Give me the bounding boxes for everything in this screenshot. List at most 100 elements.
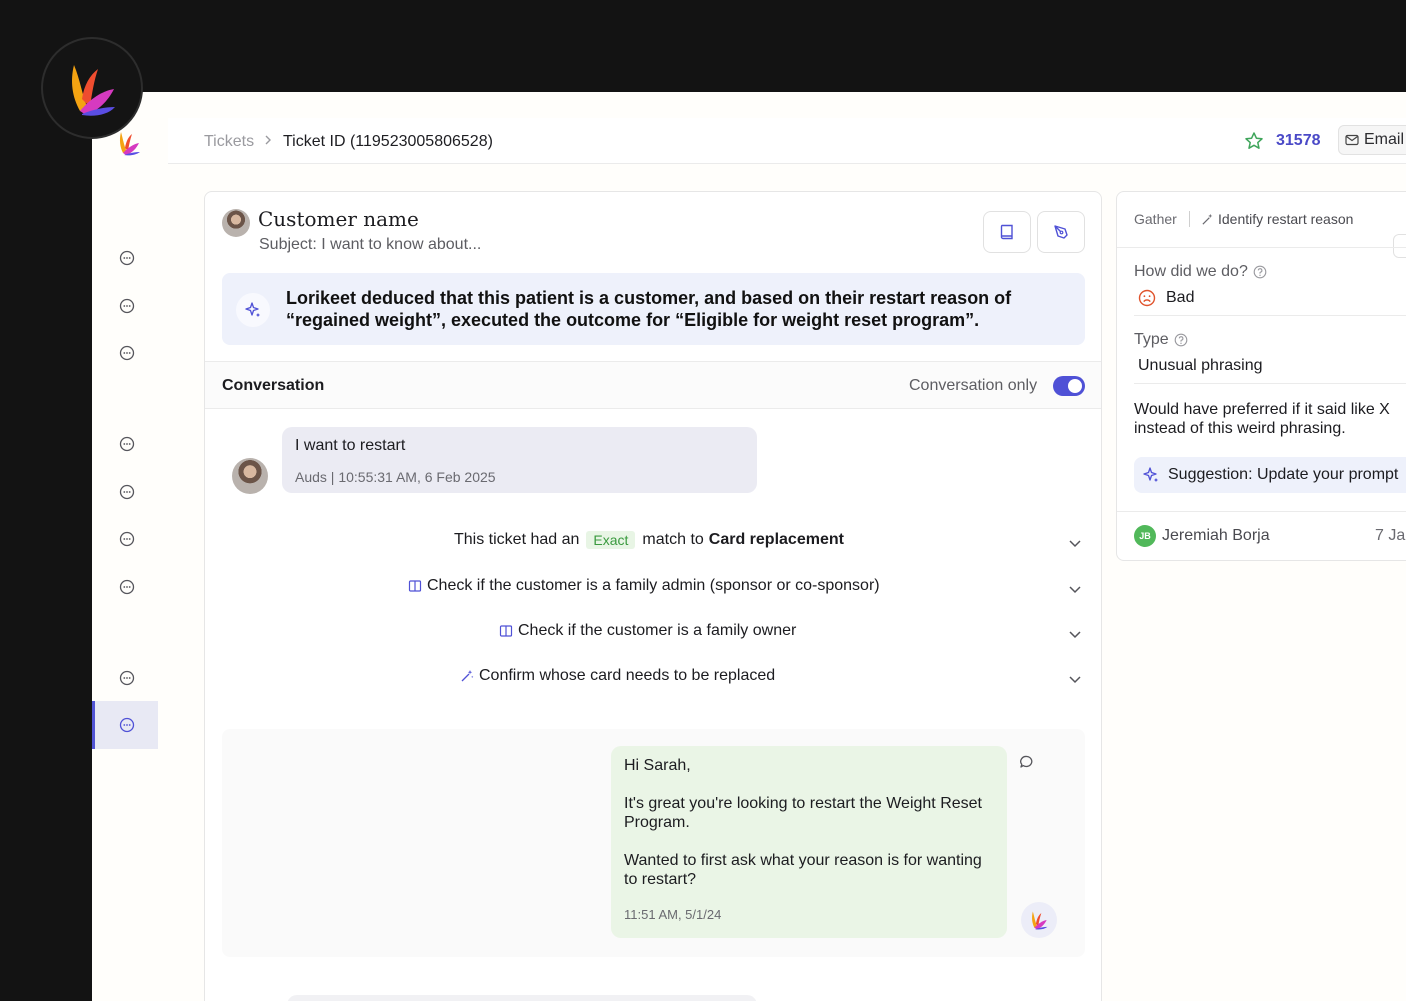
type-label: Type bbox=[1134, 331, 1188, 349]
review-step: Identify restart reason bbox=[1201, 211, 1353, 227]
incoming-message-text: I want to restart bbox=[295, 437, 406, 454]
chevron-down-icon[interactable] bbox=[1067, 671, 1083, 687]
rating-label: How did we do? bbox=[1134, 263, 1267, 281]
sidebar-item-2[interactable] bbox=[118, 297, 136, 315]
ticket-subject: Subject: I want to know about... bbox=[259, 236, 482, 253]
outgoing-paragraph-1: It's great you're looking to restart the… bbox=[624, 795, 982, 831]
divider bbox=[1134, 383, 1406, 384]
knowledge-book-button[interactable] bbox=[983, 211, 1031, 253]
outgoing-message-body: Hi Sarah, It's great you're looking to r… bbox=[624, 756, 984, 908]
chevron-down-icon[interactable] bbox=[1067, 581, 1083, 597]
chat-icon bbox=[119, 436, 135, 452]
step-row-2[interactable]: Check if the customer is a family owner bbox=[205, 622, 1101, 646]
chat-icon bbox=[119, 531, 135, 547]
sidebar-item-8[interactable] bbox=[118, 669, 136, 687]
step-content: Confirm whose card needs to be replaced bbox=[460, 667, 775, 685]
lorikeet-logo-icon bbox=[1032, 911, 1048, 930]
sidebar-item-3[interactable] bbox=[118, 344, 136, 362]
book-icon bbox=[1000, 224, 1013, 240]
breadcrumb-current-ticket: Ticket ID (119523005806528) bbox=[283, 133, 493, 150]
breadcrumb-separator bbox=[264, 133, 272, 149]
reply-area: Hi Sarah, It's great you're looking to r… bbox=[222, 729, 1085, 957]
sidebar-item-1[interactable] bbox=[118, 249, 136, 267]
sparkles-icon bbox=[236, 293, 270, 327]
conversation-only-label: Conversation only bbox=[909, 377, 1038, 394]
outgoing-message: Hi Sarah, It's great you're looking to r… bbox=[611, 746, 1007, 938]
divider bbox=[1189, 211, 1190, 227]
toggle-knob bbox=[1068, 379, 1082, 393]
sender-avatar bbox=[232, 458, 268, 494]
conversation-only-toggle[interactable] bbox=[1053, 376, 1085, 396]
rating-value: Bad bbox=[1166, 289, 1195, 306]
match-row[interactable]: This ticket had an Exact match to Card r… bbox=[205, 531, 1101, 555]
outgoing-greeting: Hi Sarah, bbox=[624, 757, 691, 774]
book-open-icon bbox=[499, 625, 513, 637]
step-row-3[interactable]: Confirm whose card needs to be replaced bbox=[205, 667, 1101, 691]
divider bbox=[1117, 247, 1406, 248]
ai-summary-banner: Lorikeet deduced that this patient is a … bbox=[222, 273, 1085, 345]
review-step-label: Identify restart reason bbox=[1218, 211, 1354, 227]
conversation-header: Conversation Conversation only bbox=[205, 361, 1101, 409]
outgoing-paragraph-2: Wanted to first ask what your reason is … bbox=[624, 852, 982, 888]
help-icon[interactable] bbox=[1253, 265, 1267, 279]
sidebar-item-4[interactable] bbox=[118, 435, 136, 453]
sad-face-icon bbox=[1138, 289, 1156, 307]
app-window: Tickets Ticket ID (119523005806528) 3157… bbox=[92, 92, 1406, 1001]
pen-tool-icon bbox=[1054, 225, 1068, 239]
lorikeet-small-logo-icon bbox=[119, 132, 140, 156]
author-avatar: JB bbox=[1134, 525, 1156, 547]
chat-icon bbox=[119, 345, 135, 361]
incoming-message-meta: Auds | 10:55:31 AM, 6 Feb 2025 bbox=[295, 469, 496, 485]
channel-email-button[interactable]: Email bbox=[1338, 125, 1406, 155]
sidebar-item-9-active[interactable] bbox=[118, 716, 136, 734]
breadcrumb-tickets-link[interactable]: Tickets bbox=[204, 133, 254, 151]
bot-avatar bbox=[1021, 902, 1057, 938]
ticket-number[interactable]: 31578 bbox=[1276, 132, 1321, 150]
sidebar-item-5[interactable] bbox=[118, 483, 136, 501]
lorikeet-logo-icon bbox=[72, 65, 115, 116]
ticket-card: Customer name Subject: I want to know ab… bbox=[204, 191, 1102, 1001]
ai-summary-text: Lorikeet deduced that this patient is a … bbox=[286, 288, 1012, 330]
conversation-title: Conversation bbox=[222, 377, 325, 394]
annotate-button[interactable] bbox=[1037, 211, 1085, 253]
divider bbox=[1134, 315, 1406, 316]
magic-wand-icon bbox=[461, 670, 474, 682]
next-message-placeholder bbox=[287, 995, 757, 1001]
step-content: Check if the customer is a family owner bbox=[499, 622, 796, 640]
star-icon[interactable] bbox=[1244, 131, 1264, 151]
suggestion-banner[interactable]: Suggestion: Update your prompt bbox=[1134, 457, 1406, 493]
chat-icon bbox=[119, 250, 135, 266]
brand-logo-badge bbox=[41, 37, 143, 139]
panel-collapse-handle[interactable] bbox=[1393, 234, 1406, 258]
author-name: Jeremiah Borja bbox=[1162, 527, 1270, 544]
match-prefix: This ticket had an bbox=[454, 531, 580, 548]
sidebar bbox=[92, 92, 166, 1001]
review-panel: Gather Identify restart reason How did w… bbox=[1116, 191, 1406, 561]
match-content: This ticket had an Exact match to Card r… bbox=[454, 531, 844, 549]
incoming-message: I want to restart Auds | 10:55:31 AM, 6 … bbox=[282, 427, 757, 493]
step-content: Check if the customer is a family admin … bbox=[408, 577, 880, 595]
step-row-1[interactable]: Check if the customer is a family admin … bbox=[205, 577, 1101, 601]
help-icon[interactable] bbox=[1174, 333, 1188, 347]
chat-icon bbox=[119, 670, 135, 686]
chevron-down-icon[interactable] bbox=[1067, 626, 1083, 642]
sidebar-item-7[interactable] bbox=[118, 578, 136, 596]
match-target: Card replacement bbox=[708, 531, 844, 548]
match-type-tag: Exact bbox=[586, 531, 636, 549]
outgoing-message-meta: 11:51 AM, 5/1/24 bbox=[624, 907, 722, 922]
mail-icon bbox=[1345, 134, 1359, 146]
suggestion-text: Suggestion: Update your prompt bbox=[1168, 466, 1399, 483]
sidebar-item-6[interactable] bbox=[118, 530, 136, 548]
review-stage: Gather bbox=[1134, 211, 1177, 227]
match-middle: match to bbox=[642, 531, 704, 548]
comment-icon[interactable] bbox=[1019, 754, 1035, 770]
top-bar: Tickets Ticket ID (119523005806528) 3157… bbox=[168, 118, 1406, 164]
magic-wand-icon bbox=[1202, 213, 1213, 225]
customer-name: Customer name bbox=[258, 207, 419, 231]
step-label: Check if the customer is a family owner bbox=[518, 622, 797, 639]
chat-icon bbox=[119, 579, 135, 595]
type-value: Unusual phrasing bbox=[1138, 357, 1263, 374]
chat-icon bbox=[119, 484, 135, 500]
review-comment: Would have preferred if it said like X i… bbox=[1134, 401, 1390, 437]
chevron-down-icon[interactable] bbox=[1067, 535, 1083, 551]
